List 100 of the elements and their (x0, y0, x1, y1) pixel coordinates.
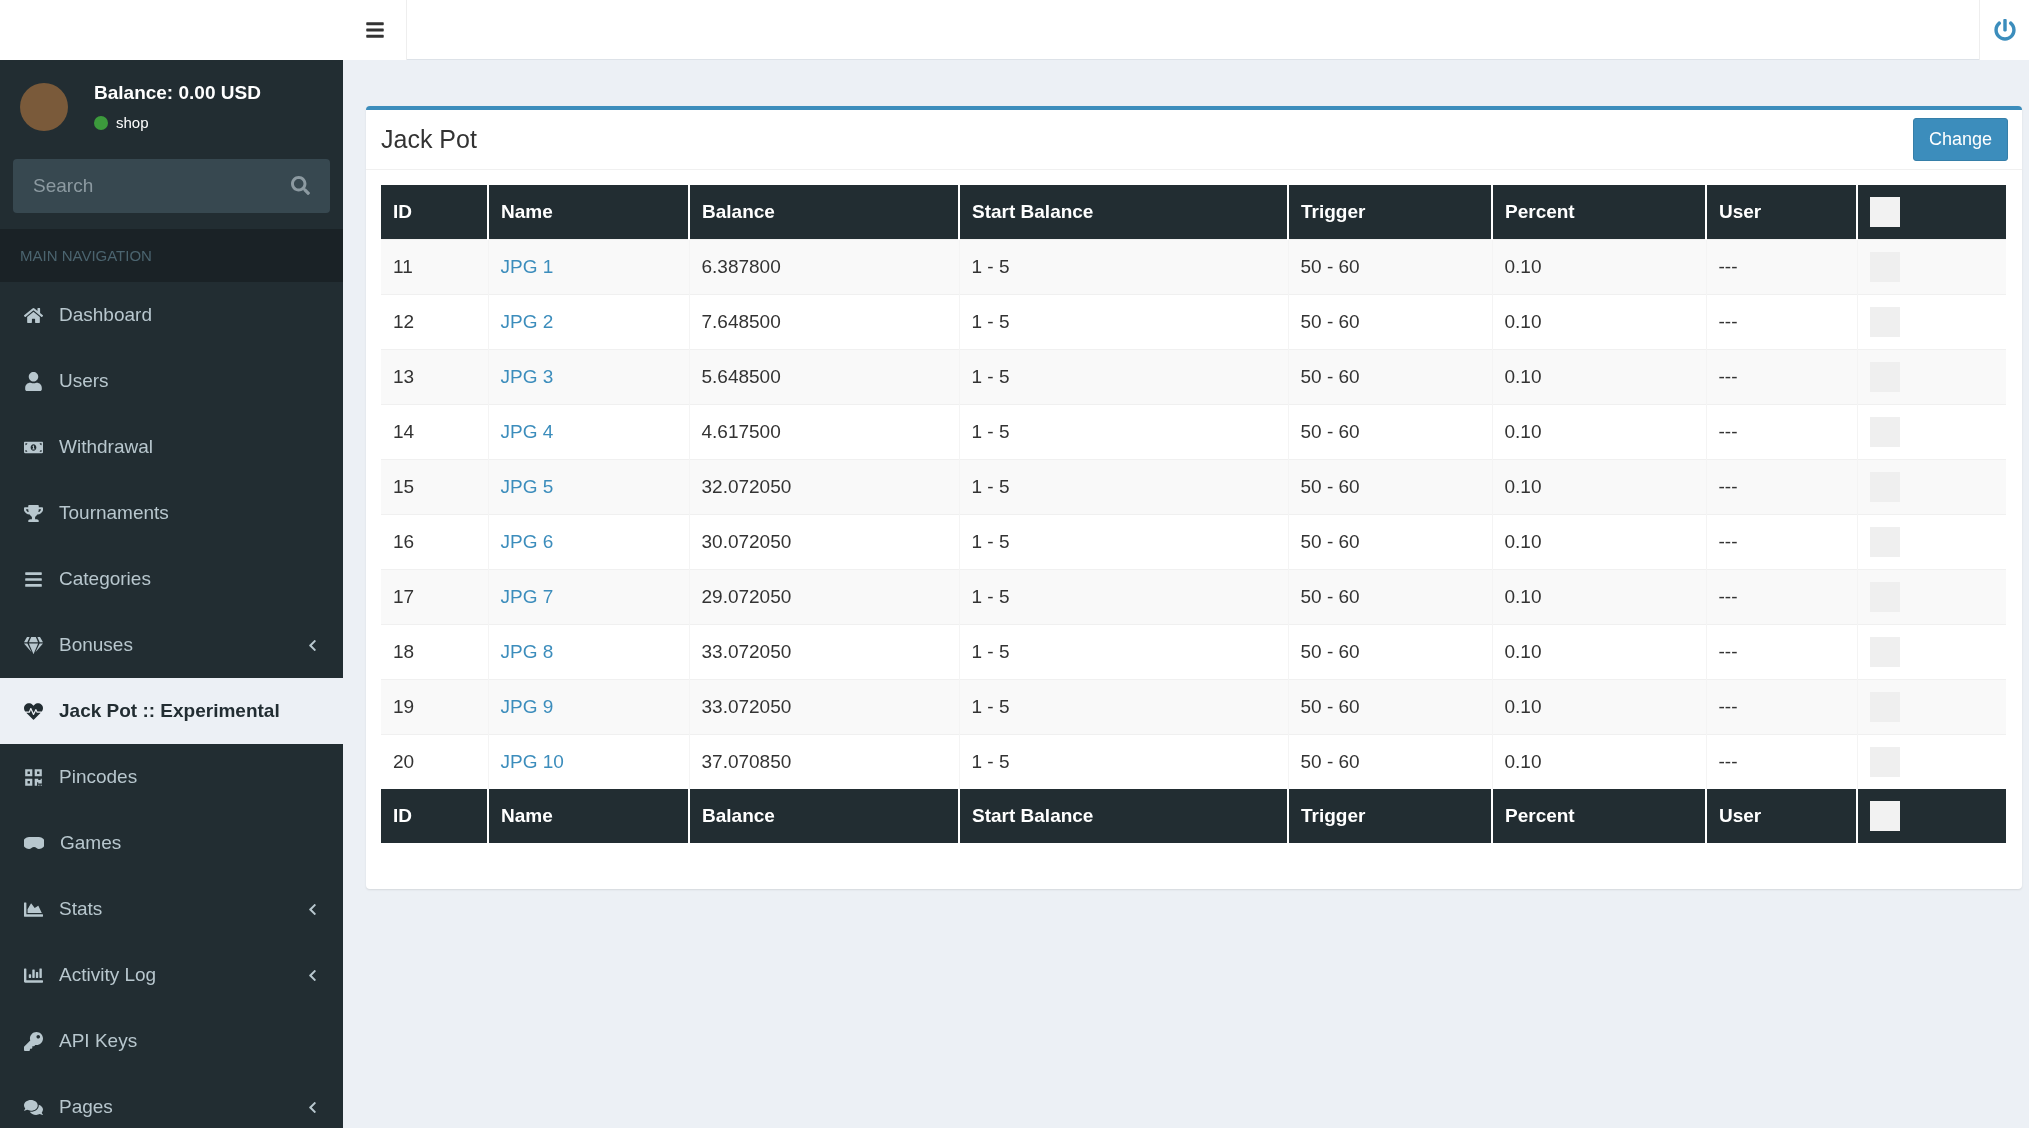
table-cell: 6.387800 (689, 239, 959, 295)
column-header: Balance (689, 185, 959, 240)
gamepad-icon (24, 836, 44, 850)
table-cell: 50 - 60 (1288, 239, 1492, 295)
table-cell: 0.10 (1492, 459, 1706, 515)
jackpot-link[interactable]: JPG 6 (500, 531, 554, 552)
table-cell: 32.072050 (689, 459, 959, 515)
table-cell: 0.10 (1492, 294, 1706, 350)
jackpot-link[interactable]: JPG 4 (500, 421, 554, 442)
column-header: Trigger (1288, 185, 1492, 240)
column-footer: Balance (689, 789, 959, 843)
menu-toggle-button[interactable] (343, 0, 407, 60)
table-cell: 4.617500 (689, 404, 959, 460)
table-cell: 0.10 (1492, 679, 1706, 735)
qr-code-icon (24, 767, 43, 787)
sidebar-item[interactable]: Categories (0, 546, 343, 612)
sidebar-item[interactable]: Tournaments (0, 480, 343, 546)
chevron-icon (306, 902, 319, 916)
sidebar-item[interactable]: API Keys (0, 1008, 343, 1074)
power-button[interactable] (1979, 0, 2029, 60)
table-cell: --- (1706, 404, 1857, 460)
bar-chart-icon (24, 965, 43, 985)
table-cell: 0.10 (1492, 239, 1706, 295)
sidebar-item[interactable]: Withdrawal (0, 414, 343, 480)
table-cell: --- (1706, 679, 1857, 735)
table-cell: 50 - 60 (1288, 679, 1492, 735)
table-cell: 30.072050 (689, 514, 959, 570)
table-cell: --- (1706, 459, 1857, 515)
table-cell: 1 - 5 (959, 294, 1288, 350)
sidebar-item[interactable]: Pages (0, 1074, 343, 1128)
key-icon (24, 1031, 43, 1051)
search-icon (291, 176, 310, 195)
table-cell: 18 (381, 624, 488, 680)
table-cell: 33.072050 (689, 624, 959, 680)
sidebar-item[interactable]: Dashboard (0, 282, 343, 348)
table-cell: 0.10 (1492, 569, 1706, 625)
column-header: ID (381, 185, 488, 240)
table-cell: --- (1706, 569, 1857, 625)
sidebar-item[interactable]: Stats (0, 876, 343, 942)
table-cell: 1 - 5 (959, 679, 1288, 735)
table-cell: 15 (381, 459, 488, 515)
change-button[interactable]: Change (1912, 118, 2008, 161)
table-cell: 1 - 5 (959, 404, 1288, 460)
jackpot-link[interactable]: JPG 2 (500, 311, 554, 332)
sidebar-item[interactable]: Bonuses (0, 612, 343, 678)
column-header: Percent (1492, 185, 1706, 240)
table-cell: 33.072050 (689, 679, 959, 735)
card-title: Jack Pot (381, 125, 477, 154)
chat-bubbles-icon (24, 1097, 43, 1117)
sidebar-item[interactable]: Users (0, 348, 343, 414)
chevron-icon (306, 638, 319, 652)
table-cell: 13 (381, 349, 488, 405)
column-footer: User (1706, 789, 1857, 843)
column-footer: Trigger (1288, 789, 1492, 843)
nav-header: MAIN NAVIGATION (0, 229, 343, 282)
list-icon (24, 569, 43, 589)
column-header: User (1706, 185, 1857, 240)
chevron-icon (306, 1100, 319, 1114)
column-footer: Percent (1492, 789, 1706, 843)
table-cell: 1 - 5 (959, 459, 1288, 515)
table-cell: 1 - 5 (959, 624, 1288, 680)
table-cell: 50 - 60 (1288, 569, 1492, 625)
table-cell: 0.10 (1492, 514, 1706, 570)
table-cell: 16 (381, 514, 488, 570)
table-cell: 50 - 60 (1288, 404, 1492, 460)
table-cell: --- (1706, 349, 1857, 405)
sidebar-item[interactable]: Pincodes (0, 744, 343, 810)
home-icon (24, 305, 43, 325)
table-cell: 1 - 5 (959, 569, 1288, 625)
avatar (20, 82, 68, 131)
checkbox[interactable] (1870, 801, 1900, 831)
status-dot (94, 115, 108, 130)
table-cell: 14 (381, 404, 488, 460)
column-header: Name (488, 185, 689, 240)
table-cell: 17 (381, 569, 488, 625)
table-cell: 50 - 60 (1288, 294, 1492, 350)
table-cell: 0.10 (1492, 624, 1706, 680)
table-cell: 12 (381, 294, 488, 350)
jackpot-link[interactable]: JPG 8 (500, 641, 554, 662)
balance-text: Balance: 0.00 USD (94, 82, 261, 104)
trophy-icon (24, 503, 43, 523)
column-header: Start Balance (959, 185, 1288, 240)
diamond-icon (24, 635, 43, 655)
table-cell: 50 - 60 (1288, 514, 1492, 570)
chevron-icon (306, 968, 319, 982)
search-field[interactable]: Search (13, 159, 330, 213)
power-icon (1993, 19, 2016, 41)
sidebar-item[interactable]: Activity Log (0, 942, 343, 1008)
table-cell: 19 (381, 679, 488, 735)
status-text: shop (116, 114, 149, 131)
table-cell: --- (1706, 514, 1857, 570)
table-cell: 0.10 (1492, 404, 1706, 460)
table-cell: 50 - 60 (1288, 349, 1492, 405)
sidebar-item[interactable]: Jack Pot :: Experimental (0, 678, 343, 744)
sidebar-item[interactable]: Games (0, 810, 343, 876)
table-cell: 1 - 5 (959, 349, 1288, 405)
jackpot-link[interactable]: JPG 10 (500, 751, 564, 772)
table-cell: 0.10 (1492, 349, 1706, 405)
checkbox[interactable] (1870, 197, 1900, 227)
column-footer: ID (381, 789, 488, 843)
